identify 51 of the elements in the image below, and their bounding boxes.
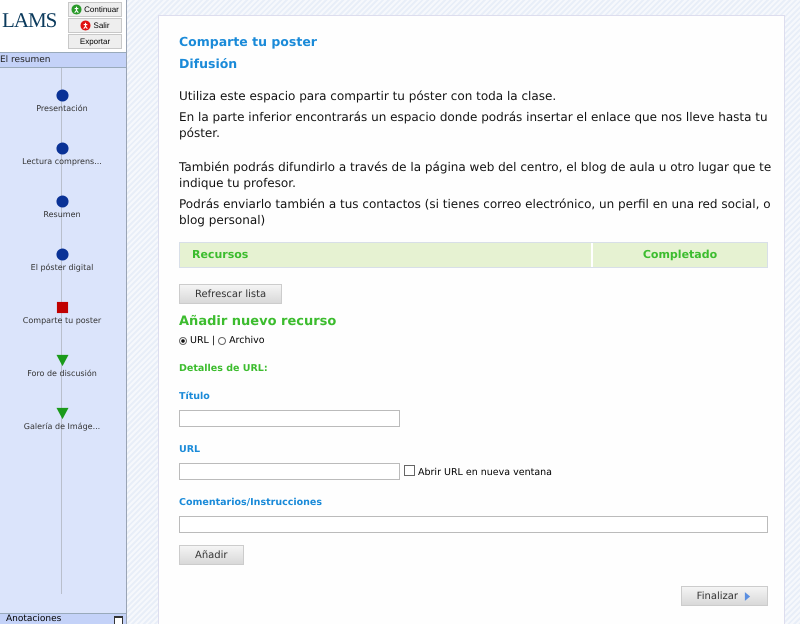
square-icon[interactable] (56, 301, 68, 314)
radio-button[interactable] (218, 336, 226, 344)
stop-figure-icon (80, 20, 92, 31)
checkbox[interactable] (404, 465, 415, 476)
activity-label[interactable]: Presentación (36, 104, 88, 113)
activity-label[interactable]: Galería de Imáge... (24, 422, 100, 431)
radio-button[interactable] (179, 336, 187, 344)
paragraph: También podrás difundirlo a través de la página web del centro, el blog de aula u otro lugar que te indique tu profesor. (179, 159, 772, 191)
sequence-title: El resumen (0, 52, 126, 68)
activity-label[interactable]: El póster digital (30, 263, 94, 272)
comments-field[interactable] (179, 516, 768, 533)
triangle-icon[interactable] (56, 407, 68, 420)
checkbox-label[interactable]: Abrir URL en nueva ventana (418, 467, 552, 478)
column-header: Recursos (180, 243, 593, 267)
field-label: Título (179, 391, 211, 402)
exit-button[interactable]: Salir (68, 18, 122, 33)
export-button[interactable]: Exportar (68, 34, 122, 49)
triangle-icon[interactable] (56, 354, 68, 367)
finish-button[interactable]: Finalizar (680, 586, 768, 606)
walking-figure-icon (71, 4, 82, 15)
continue-button[interactable]: Continuar (68, 2, 122, 17)
section-heading: Añadir nuevo recurso (179, 314, 338, 329)
circle-icon[interactable] (56, 89, 68, 102)
activity-label[interactable]: Resumen (43, 210, 81, 219)
paragraph: Podrás enviarlo también a tus contactos (si tienes correo electrónico, un perfil en una red social, o blog personal) (179, 196, 772, 228)
page-title: Comparte tu poster (179, 34, 318, 49)
logo: LAMS (2, 8, 56, 33)
activity-label[interactable]: Lectura comprens... (22, 157, 102, 166)
separator: | (212, 335, 216, 346)
circle-icon[interactable] (56, 195, 68, 208)
notes-bar[interactable]: Anotaciones (0, 613, 126, 624)
activity-label[interactable]: Comparte tu poster (22, 316, 102, 325)
radio-label[interactable]: Archivo (229, 335, 265, 346)
paragraph: En la parte inferior encontrarás un espacio donde podrás insertar el enlace que nos lleve hasta tu póster. (179, 109, 769, 141)
paragraph: Utiliza este espacio para compartir tu póster con toda la clase. (179, 88, 558, 104)
maximize-icon[interactable] (114, 616, 123, 624)
title-field[interactable] (179, 410, 400, 427)
circle-icon[interactable] (56, 142, 68, 155)
circle-icon[interactable] (56, 248, 68, 261)
column-header: Completado (642, 247, 718, 263)
activity-label[interactable]: Foro de discusión (27, 369, 97, 378)
arrow-right-icon (744, 590, 751, 602)
field-label: URL (179, 444, 202, 455)
field-label: Comentarios/Instrucciones (179, 497, 323, 508)
page-subtitle: Difusión (179, 56, 238, 71)
notes-title: Anotaciones (6, 614, 62, 624)
refresh-button[interactable]: Refrescar lista (179, 284, 282, 304)
details-heading: Detalles de URL: (179, 363, 269, 374)
add-button[interactable]: Añadir (179, 545, 244, 565)
radio-label[interactable]: URL (190, 335, 209, 346)
url-field[interactable] (179, 463, 400, 480)
